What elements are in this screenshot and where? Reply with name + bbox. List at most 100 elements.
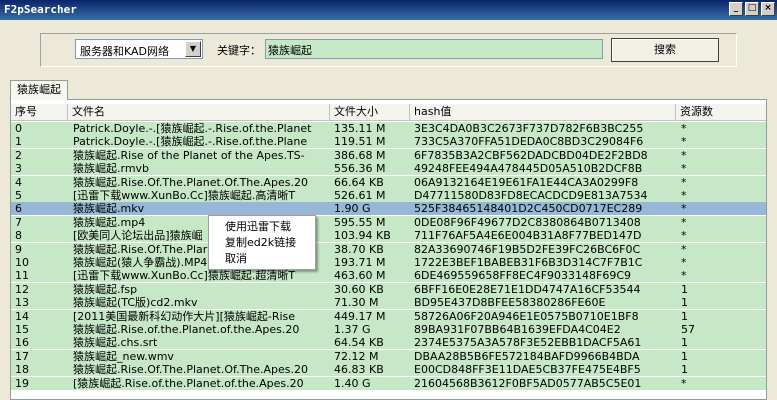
cell-size: 386.68 M [334, 148, 386, 162]
cell-hash: 06A9132164E19E61FA1E44CA3A0299F8 [414, 175, 639, 189]
keyword-label: 关键字： [217, 44, 261, 57]
cell-sources: * [681, 175, 687, 189]
table-row[interactable]: 13 猿族崛起(TC版)cd2.mkv 71.30 M BD95E437D8BFEE5… [11, 296, 766, 310]
column-header-index[interactable]: 序号 [11, 104, 68, 121]
category-select[interactable]: 服务器和KAD网络 ▼ [75, 39, 203, 59]
table-row[interactable]: 18 猿族崛起.Rise.Of.The.Planet.Of.The.Apes.20… [11, 363, 766, 377]
cell-filename: [迅雷下载www.XunBo.Cc]猿族崛起.高清晰T [73, 189, 296, 202]
cell-index: 8 [15, 229, 22, 243]
title-bar: F2pSearcher _ □ × [0, 0, 777, 20]
menu-item-thunder-download[interactable]: 使用迅雷下载 [225, 219, 291, 235]
cell-hash: 3E3C4DA0B3C2673F737D782F6B3BC255 [414, 122, 644, 135]
table-row[interactable]: 11 [迅雷下载www.XunBo.Cc]猿族崛起.超清晰T 463.60 M 6DE… [11, 269, 766, 283]
cell-hash: 21604568B3612F0BF5AD0577AB5C5E01 [414, 376, 642, 390]
table-row[interactable]: 17 猿族崛起_new.wmv 72.12 M DBAA28B5B6FE572184B… [11, 349, 766, 363]
table-row[interactable]: 8 [欧美同人论坛出品]猿族崛 103.94 KB 711F76AF5A4E6E004… [11, 229, 766, 243]
cell-index: 3 [15, 162, 22, 176]
cell-sources: * [681, 135, 687, 149]
cell-size: 64.54 KB [334, 336, 384, 350]
keyword-input[interactable]: 猿族崛起 [265, 39, 603, 59]
menu-item-copy-ed2k-link[interactable]: 复制ed2k链接 [225, 235, 296, 251]
cell-size: 103.94 KB [334, 229, 391, 243]
cell-sources: * [681, 202, 687, 216]
cell-sources: 57 [681, 323, 695, 336]
cell-filename: 猿族崛起(TC版)cd2.mkv [73, 296, 198, 310]
cell-size: 595.55 M [334, 215, 386, 229]
table-row[interactable]: 16 猿族崛起.chs.srt 64.54 KB 2374E5375A3A578F3E… [11, 336, 766, 350]
cell-size: 1.90 G [334, 202, 371, 216]
cell-sources: 1 [681, 309, 688, 323]
column-header-sources[interactable]: 资源数 [676, 104, 766, 121]
cell-size: 119.51 M [334, 135, 386, 149]
cell-filename: 猿族崛起.Rise.of.the.Planet.of.the.Apes.20 [73, 323, 300, 336]
chevron-down-icon[interactable]: ▼ [185, 41, 201, 57]
table-row[interactable]: 6 猿族崛起.mkv 1.90 G 525F38465148401D2C450CD07… [11, 202, 766, 216]
cell-filename: 猿族崛起.fsp [73, 282, 138, 296]
cell-index: 13 [15, 296, 29, 310]
cell-size: 526.61 M [334, 189, 386, 202]
cell-hash: 6BFF16E0E28E71E1DD4747A16CF53544 [414, 282, 641, 296]
table-row[interactable]: 0 Patrick.Doyle.-.[猿族崛起.-.Rise.of.the.Pla… [11, 122, 766, 135]
list-header: 序号 文件名 文件大小 hash值 资源数 [11, 104, 766, 121]
cell-hash: BD95E437D8BFEE58380286FE60E [414, 296, 606, 310]
close-button[interactable]: × [761, 2, 775, 16]
cell-filename: [猿族崛起.Rise.of.the.Planet.of.the.Apes.20 [73, 376, 304, 390]
cell-filename: 猿族崛起.chs.srt [73, 336, 158, 350]
table-row[interactable]: 1 Patrick.Doyle.-.[猿族崛起.-.Rise.of.the.Pla… [11, 135, 766, 149]
cell-sources: * [681, 189, 687, 202]
cell-size: 463.60 M [334, 269, 386, 283]
window-title: F2pSearcher [4, 3, 77, 16]
table-row[interactable]: 14 [2011美国最新科幻动作大片][猿族崛起-Rise 449.17 M 5872… [11, 309, 766, 323]
cell-sources: * [681, 242, 687, 256]
table-row[interactable]: 4 猿族崛起.Rise.Of.The.Planet.Of.The.Apes.20 6… [11, 175, 766, 189]
context-menu: 使用迅雷下载 复制ed2k链接 取消 [208, 215, 316, 270]
table-row[interactable]: 2 猿族崛起.Rise of the Planet of the Apes.TS-… [11, 148, 766, 162]
cell-index: 7 [15, 215, 22, 229]
table-row[interactable]: 3 猿族崛起.rmvb 556.36 M 49248FEE494A478445D05A… [11, 162, 766, 176]
cell-hash: 6F7835B3A2CBF562DADCBD04DE2F2BD8 [414, 148, 648, 162]
column-header-size[interactable]: 文件大小 [330, 104, 410, 121]
table-row[interactable]: 12 猿族崛起.fsp 30.60 KB 6BFF16E0E28E71E1DD4747… [11, 282, 766, 296]
cell-size: 135.11 M [334, 122, 386, 135]
column-header-filename[interactable]: 文件名 [68, 104, 330, 121]
cell-index: 1 [15, 135, 22, 149]
search-button[interactable]: 搜索 [611, 38, 719, 62]
cell-filename: 猿族崛起.Rise of the Planet of the Apes.TS- [73, 148, 305, 162]
table-row[interactable]: 15 猿族崛起.Rise.of.the.Planet.of.the.Apes.20… [11, 323, 766, 336]
table-row[interactable]: 9 猿族崛起.Rise.Of.The.Plar 38.70 KB 82A3369074… [11, 242, 766, 256]
table-row[interactable]: 7 猿族崛起.mp4 595.55 M 0DE08F96F49677D2C838086… [11, 215, 766, 229]
cell-hash: 711F76AF5A4E6E004B31A8F77BED147D [414, 229, 642, 243]
cell-sources: * [681, 269, 687, 283]
cell-sources: * [681, 148, 687, 162]
cell-filename: 猿族崛起.Rise.Of.The.Planet.Of.The.Apes.20 [73, 175, 309, 189]
cell-sources: * [681, 122, 687, 135]
cell-size: 71.30 M [334, 296, 379, 310]
results-list[interactable]: 序号 文件名 文件大小 hash值 资源数 0 Patrick.Doyle.-.[… [10, 99, 767, 400]
menu-item-cancel[interactable]: 取消 [225, 251, 247, 267]
tab-results[interactable]: 猿族崛起 [10, 80, 68, 100]
window-buttons: _ □ × [729, 2, 775, 16]
cell-size: 46.83 KB [334, 363, 384, 377]
cell-index: 2 [15, 148, 22, 162]
cell-sources: 1 [681, 363, 688, 377]
column-header-hash[interactable]: hash值 [410, 104, 676, 121]
cell-index: 9 [15, 242, 22, 256]
table-row[interactable]: 19 [猿族崛起.Rise.of.the.Planet.of.the.Apes.2… [11, 376, 766, 390]
maximize-button[interactable]: □ [745, 2, 759, 16]
cell-index: 18 [15, 363, 29, 377]
cell-index: 0 [15, 122, 22, 135]
cell-filename: [2011美国最新科幻动作大片][猿族崛起-Rise [73, 309, 296, 323]
minimize-button[interactable]: _ [729, 2, 743, 16]
cell-filename: [迅雷下载www.XunBo.Cc]猿族崛起.超清晰T [73, 269, 296, 283]
table-row[interactable]: 10 猿族崛起(猿人争霸战).MP4 193.71 M 1722E3BEF1BABEB… [11, 256, 766, 269]
cell-hash: 525F38465148401D2C450CD0717EC289 [414, 202, 643, 216]
table-row[interactable]: 5 [迅雷下载www.XunBo.Cc]猿族崛起.高清晰T 526.61 M D477… [11, 189, 766, 202]
cell-hash: DBAA28B5B6FE572184BAFD9966B4BDA [414, 349, 640, 363]
cell-size: 66.64 KB [334, 175, 384, 189]
cell-filename: 猿族崛起_new.wmv [73, 349, 174, 363]
cell-index: 19 [15, 376, 29, 390]
cell-sources: 1 [681, 296, 688, 310]
cell-size: 193.71 M [334, 256, 386, 269]
cell-size: 556.36 M [334, 162, 386, 176]
cell-index: 15 [15, 323, 29, 336]
